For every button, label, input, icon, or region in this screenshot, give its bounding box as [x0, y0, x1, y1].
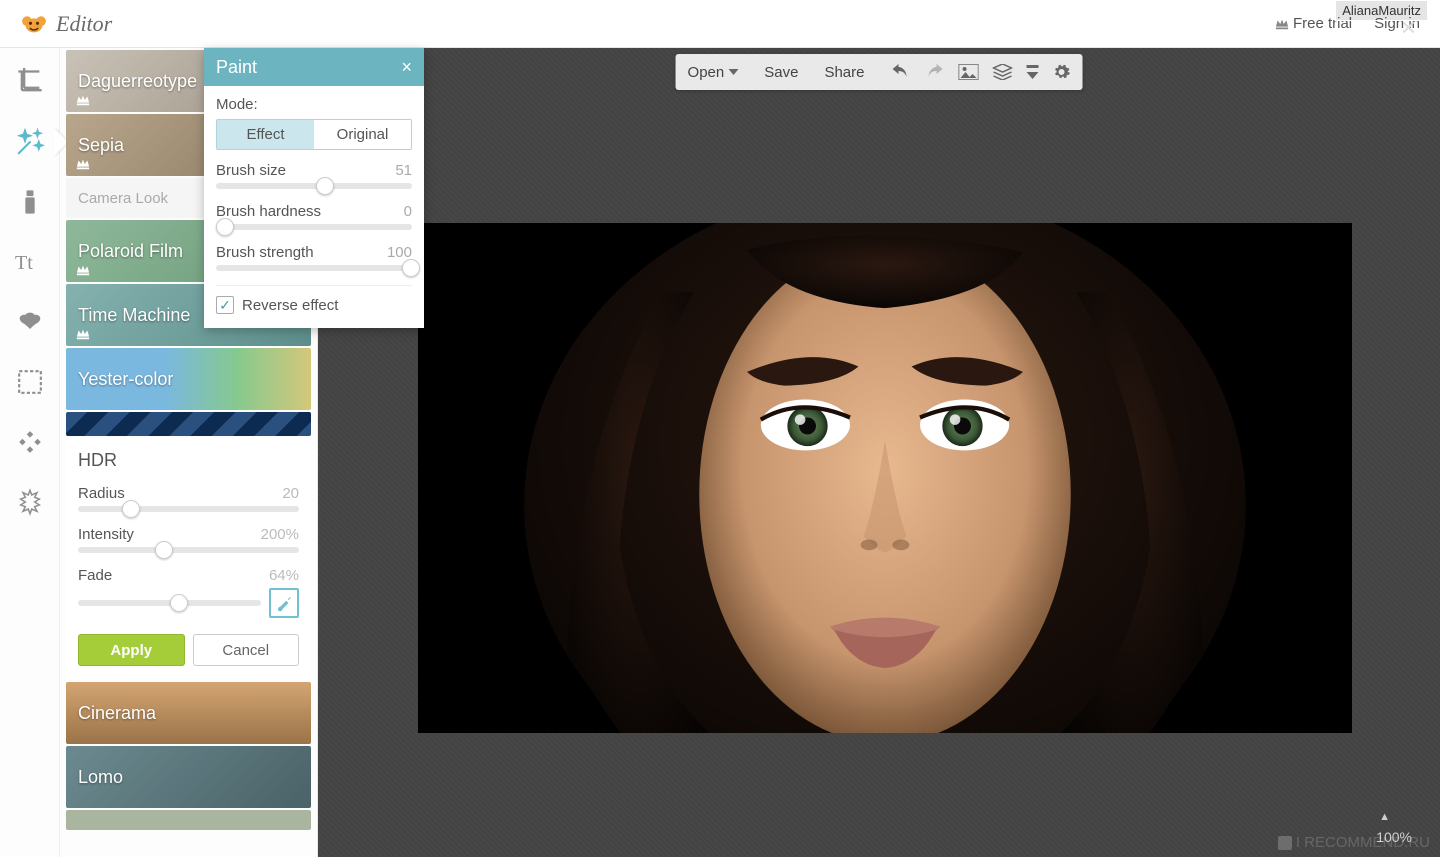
paint-brush-button[interactable]	[269, 588, 299, 618]
crown-icon	[76, 264, 90, 276]
effects-tool[interactable]	[14, 126, 46, 158]
brush-hardness-label: Brush hardness	[216, 203, 321, 220]
effect-yester-color[interactable]: Yester-color	[66, 348, 311, 410]
mode-effect-tab[interactable]: Effect	[217, 120, 314, 149]
fade-value: 64%	[269, 567, 299, 584]
close-icon[interactable]: ×	[401, 57, 412, 78]
radius-label: Radius	[78, 485, 125, 502]
radius-slider[interactable]	[78, 506, 299, 512]
textures-tool[interactable]	[14, 426, 46, 458]
zoom-arrow-icon: ▲	[1379, 811, 1390, 823]
touchup-tool[interactable]	[14, 186, 46, 218]
svg-text:Tt: Tt	[15, 252, 33, 274]
photo-canvas[interactable]	[418, 223, 1352, 733]
logo: Editor	[20, 11, 112, 37]
app-header: Editor Free trial Sign in	[0, 0, 1440, 48]
brush-strength-label: Brush strength	[216, 244, 314, 261]
brush-size-slider[interactable]	[216, 183, 412, 189]
radius-value: 20	[282, 485, 299, 502]
text-tool[interactable]: Tt	[14, 246, 46, 278]
undo-icon[interactable]	[890, 64, 910, 80]
apply-button[interactable]: Apply	[78, 634, 185, 666]
thumb-up-icon	[1278, 836, 1292, 850]
paint-popup-title: Paint	[216, 57, 257, 78]
fade-label: Fade	[78, 567, 112, 584]
crown-icon	[76, 328, 90, 340]
overlay-tool[interactable]	[14, 306, 46, 338]
effect-hdr-preview[interactable]	[66, 412, 311, 436]
collapse-icon[interactable]	[1026, 65, 1038, 79]
effect-lomo[interactable]: Lomo	[66, 746, 311, 808]
mode-label: Mode:	[216, 96, 412, 113]
watermark-user: AlianaMauritz	[1335, 0, 1428, 21]
reverse-checkbox[interactable]: ✓	[216, 296, 234, 314]
tool-rail: Tt	[0, 48, 60, 857]
gear-icon[interactable]	[1052, 63, 1070, 81]
canvas-toolbar: Open Save Share	[676, 54, 1083, 90]
hdr-title: HDR	[78, 450, 299, 471]
paint-popup: Paint × Mode: Effect Original Brush size…	[204, 48, 424, 328]
effect-more[interactable]	[66, 810, 311, 830]
watermark-site: I RECOMMEND.RU	[1278, 834, 1430, 851]
redo-icon[interactable]	[924, 64, 944, 80]
brush-hardness-slider[interactable]	[216, 224, 412, 230]
mode-original-tab[interactable]: Original	[314, 120, 411, 149]
hdr-controls: HDR Radius 20 Intensity 200% Fade 64% Apply…	[66, 438, 311, 680]
image-icon[interactable]	[958, 64, 978, 80]
brush-size-value: 51	[395, 162, 412, 179]
reverse-label: Reverse effect	[242, 297, 338, 314]
brush-size-label: Brush size	[216, 162, 286, 179]
intensity-label: Intensity	[78, 526, 134, 543]
fade-slider[interactable]	[78, 600, 261, 606]
brush-strength-slider[interactable]	[216, 265, 412, 271]
brush-hardness-value: 0	[404, 203, 412, 220]
cancel-button[interactable]: Cancel	[193, 634, 300, 666]
crop-tool[interactable]	[14, 66, 46, 98]
intensity-value: 200%	[261, 526, 299, 543]
crown-icon	[76, 158, 90, 170]
app-title: Editor	[56, 11, 112, 37]
monkey-icon	[20, 14, 48, 34]
open-button[interactable]: Open	[688, 64, 739, 81]
mode-segmented: Effect Original	[216, 119, 412, 150]
chevron-down-icon	[728, 69, 738, 75]
themes-tool[interactable]	[14, 486, 46, 518]
share-button[interactable]: Share	[824, 64, 864, 81]
paint-popup-header[interactable]: Paint ×	[204, 48, 424, 86]
photo-content	[418, 223, 1352, 733]
effect-cinerama[interactable]: Cinerama	[66, 682, 311, 744]
intensity-slider[interactable]	[78, 547, 299, 553]
canvas-area: Open Save Share	[318, 48, 1440, 857]
frames-tool[interactable]	[14, 366, 46, 398]
crown-icon	[1275, 18, 1289, 30]
layers-icon[interactable]	[992, 64, 1012, 80]
save-button[interactable]: Save	[764, 64, 798, 81]
crown-icon	[76, 94, 90, 106]
